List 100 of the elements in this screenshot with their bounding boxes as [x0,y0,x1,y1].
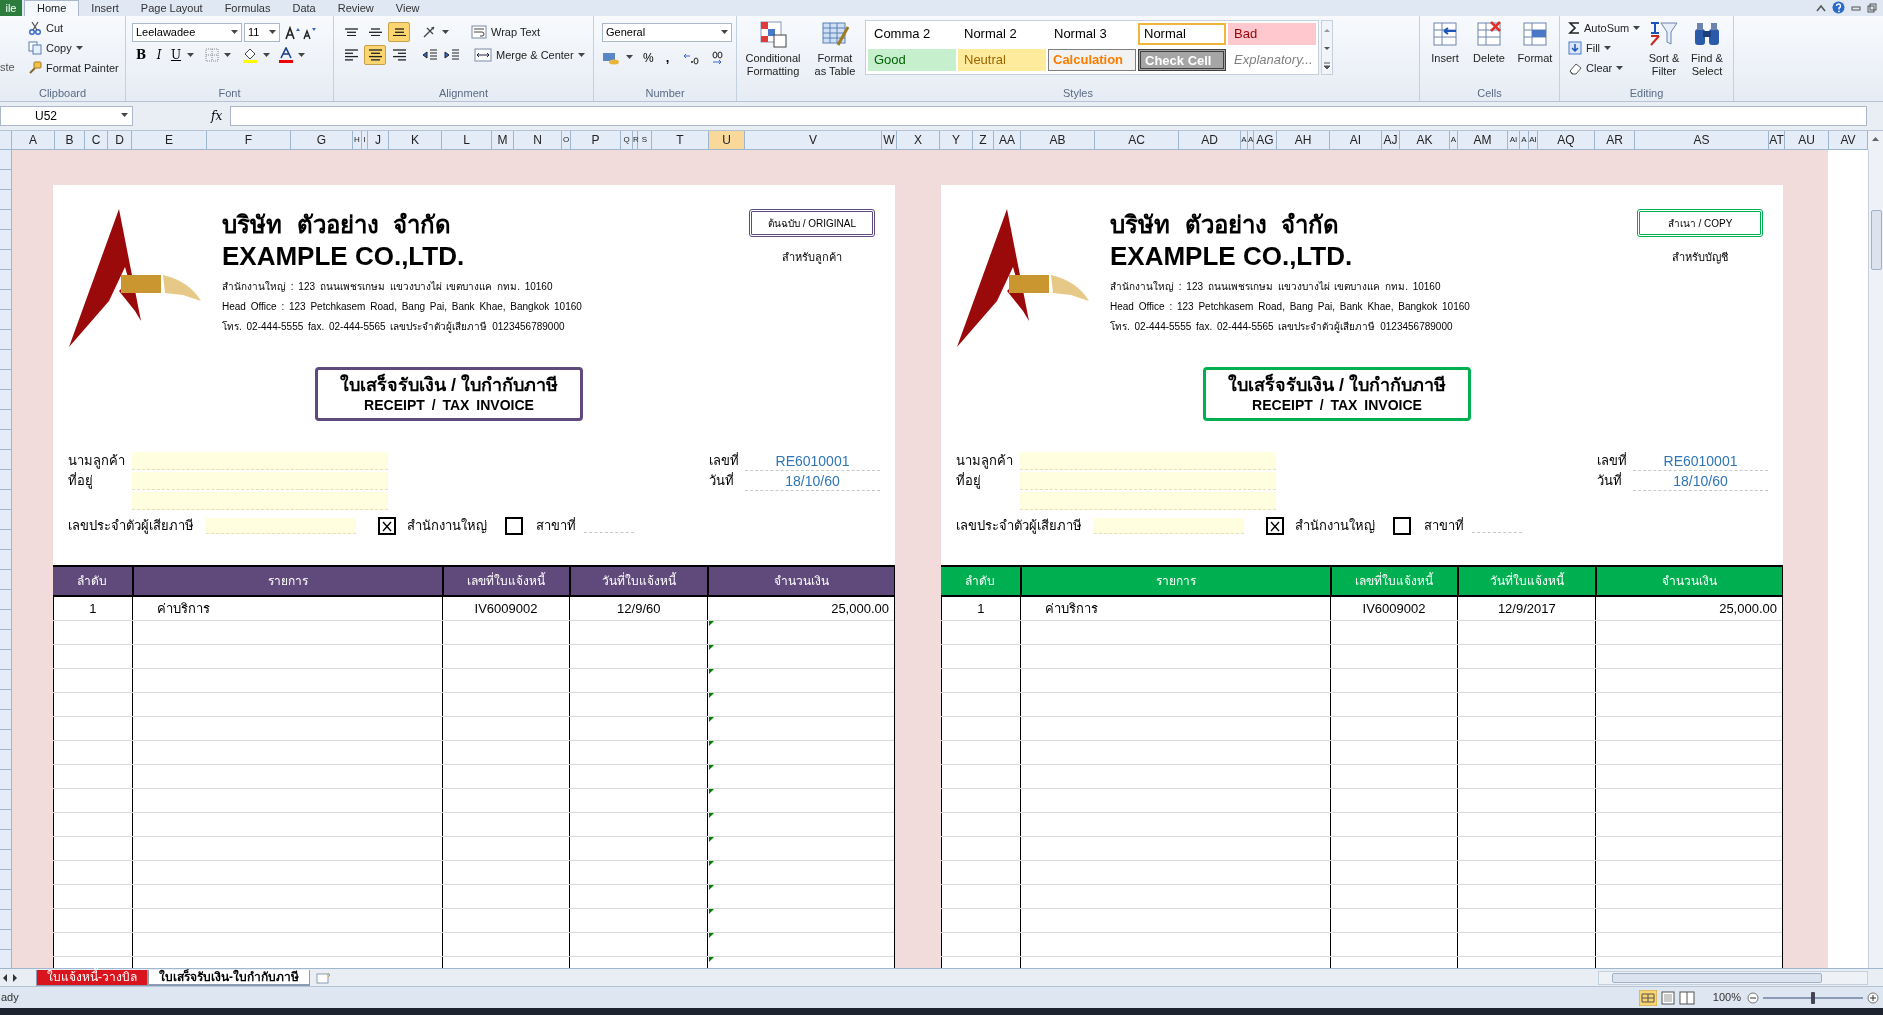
checkbox[interactable] [378,517,396,535]
column-header[interactable]: Z [973,131,994,149]
column-header[interactable]: L [442,131,492,149]
format-as-table-button[interactable]: Format as Table [809,16,861,85]
column-header[interactable]: B [55,131,85,149]
column-header[interactable]: G [291,131,353,149]
wrap-text-button[interactable]: Wrap Text [469,22,543,42]
checkbox[interactable] [505,517,523,535]
merge-center-button[interactable]: Merge & Center [472,45,587,65]
column-header[interactable]: AG [1254,131,1277,149]
font-color-icon[interactable] [279,47,293,63]
column-header[interactable]: H [353,131,362,149]
column-header[interactable]: AS [1635,131,1769,149]
percent-button[interactable]: % [643,48,654,67]
column-header[interactable]: AH [1277,131,1330,149]
column-header[interactable]: J [368,131,389,149]
normal-view-icon[interactable] [1638,989,1657,1006]
zoom-out-icon[interactable] [1747,991,1759,1004]
column-header[interactable]: AU [1785,131,1829,149]
column-header[interactable]: AR [1595,131,1635,149]
column-header[interactable]: X [897,131,940,149]
sheet-tab[interactable]: ใบเสร็จรับเงิน-ใบกำกับภาษี [148,969,310,986]
input-field[interactable] [1094,518,1244,534]
format-painter-button[interactable]: Format Painter [26,58,121,78]
number-format-dropdown[interactable]: General [602,23,732,42]
bottom-align-button[interactable] [388,22,410,42]
input-field[interactable] [132,472,388,490]
slider-thumb[interactable] [1811,991,1815,1004]
column-header[interactable]: AK [1400,131,1450,149]
ribbon-tab[interactable]: Data [282,0,326,16]
column-header[interactable]: AT [1769,131,1785,149]
fill-color-icon[interactable] [242,47,258,63]
scroll-thumb[interactable] [1870,210,1882,270]
column-header[interactable]: S [638,131,652,149]
restore-icon[interactable] [1867,2,1877,13]
formula-input[interactable] [230,105,1867,126]
column-header[interactable]: C [85,131,108,149]
column-header[interactable]: AC [1095,131,1179,149]
ribbon-tab[interactable]: Page Layout [130,0,213,16]
input-field[interactable] [1020,452,1276,470]
checkbox[interactable] [1393,517,1411,535]
column-header[interactable]: A [1241,131,1248,149]
column-header[interactable]: F [207,131,291,149]
column-header[interactable]: A [1520,131,1529,149]
help-icon[interactable] [1832,1,1845,14]
bold-button[interactable]: B [134,46,148,64]
input-field[interactable] [1020,472,1276,490]
currency-icon[interactable] [602,50,620,65]
sheet-tab[interactable]: ใบแจ้งหนี้-วางบิล [36,969,148,986]
conditional-formatting-button[interactable]: Conditional Formatting [737,16,809,85]
autosum-button[interactable]: AutoSum [1566,18,1644,38]
column-header[interactable]: AI [1508,131,1520,149]
delete-button[interactable]: Delete [1468,16,1510,85]
fill-button[interactable]: Fill [1566,38,1644,58]
previous-sheet-icon[interactable] [2,972,8,983]
column-header[interactable]: AM [1458,131,1508,149]
next-sheet-icon[interactable] [12,972,18,983]
cell-style-option[interactable]: Bad [1228,23,1316,45]
underline-button[interactable]: U [170,46,182,64]
scroll-thumb[interactable] [1612,972,1822,983]
column-header[interactable]: AB [1021,131,1095,149]
column-header[interactable]: U [709,131,745,149]
column-header[interactable]: N [514,131,562,149]
decrease-indent-icon[interactable] [422,48,438,62]
column-header[interactable]: A [1450,131,1458,149]
zoom-in-icon[interactable] [1867,991,1879,1004]
cell-style-option[interactable]: Neutral [958,49,1046,71]
minimize-icon[interactable] [1851,3,1861,12]
column-header[interactable]: AA [994,131,1021,149]
checkbox[interactable] [1266,517,1284,535]
column-header[interactable]: M [492,131,514,149]
increase-indent-icon[interactable] [444,48,460,62]
column-header[interactable]: AQ [1538,131,1595,149]
column-header[interactable]: W [882,131,897,149]
column-header[interactable]: K [389,131,442,149]
column-header[interactable]: E [132,131,207,149]
column-header[interactable]: AD [1179,131,1241,149]
page-break-view-icon[interactable] [1678,990,1695,1005]
cell-style-option[interactable]: Normal [1138,23,1226,45]
center-align-button[interactable] [364,45,386,65]
font-name-dropdown[interactable]: Leelawadee [132,23,242,42]
file-tab[interactable]: ile [0,0,22,16]
shrink-font-icon[interactable] [303,25,317,40]
column-header[interactable]: I [362,131,368,149]
font-size-dropdown[interactable]: 11 [244,23,280,42]
paste-button[interactable]: ste [0,58,20,75]
insert-button[interactable]: Insert [1424,16,1466,85]
column-header[interactable]: A [1248,131,1254,149]
find-select-button[interactable]: Find & Select [1684,16,1730,85]
format-button[interactable]: Format [1512,16,1558,85]
grow-font-icon[interactable] [285,25,301,40]
input-field[interactable] [132,492,388,510]
column-header[interactable]: Q [621,131,633,149]
ribbon-tab[interactable]: Insert [81,0,129,16]
name-box[interactable]: U52 [0,105,133,126]
comma-button[interactable]: , [665,48,670,68]
italic-button[interactable]: I [153,46,165,64]
column-header[interactable]: R [633,131,638,149]
column-header[interactable]: AI [1330,131,1382,149]
cut-button[interactable]: Cut [26,18,121,38]
